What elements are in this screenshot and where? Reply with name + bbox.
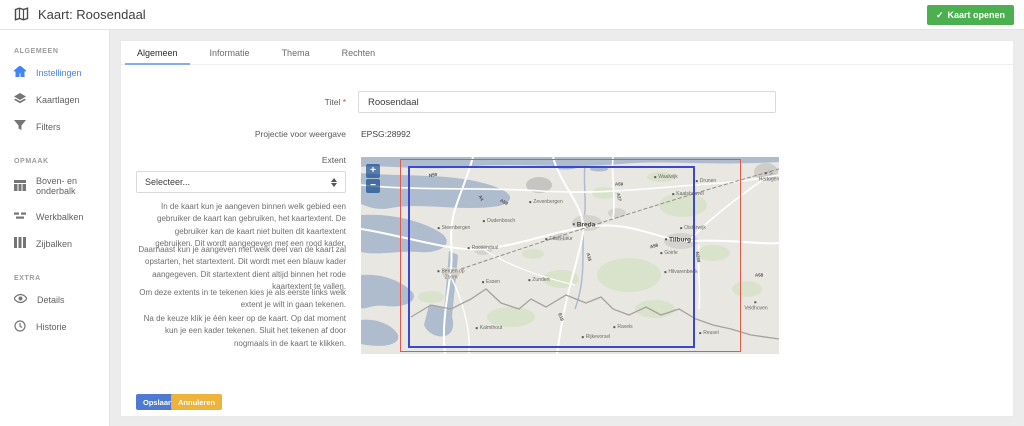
columns-icon [14, 237, 26, 250]
sidebar-item-kaartlagen[interactable]: Kaartlagen [0, 86, 109, 113]
section-header: OPMAAK [0, 150, 109, 169]
help-paragraph: Om deze extents in te tekenen kies je al… [136, 287, 346, 312]
sidebar-item-zijbalken[interactable]: Zijbalken [0, 230, 109, 257]
sidebar: ALGEMEEN Instellingen Kaartlagen Filters… [0, 30, 110, 426]
startextent-blue-frame [408, 166, 695, 348]
kaart-openen-button[interactable]: ✓ Kaart openen [927, 5, 1014, 25]
sidebar-item-historie[interactable]: Historie [0, 313, 109, 341]
app-window: Kaart: Roosendaal ✓ Kaart openen ALGEMEE… [0, 0, 1024, 426]
extent-select[interactable]: Selecteer... [136, 171, 346, 193]
extent-label: Extent [121, 155, 346, 165]
sidebar-item-label: Werkbalken [36, 212, 83, 222]
section-header: ALGEMEEN [0, 40, 109, 59]
tab-algemeen[interactable]: Algemeen [121, 41, 194, 64]
sidebar-item-instellingen[interactable]: Instellingen [0, 59, 109, 86]
titel-input[interactable] [358, 91, 776, 113]
tab-thema[interactable]: Thema [266, 41, 326, 64]
map-label: Veldhoven [744, 300, 767, 312]
filter-icon [14, 120, 26, 133]
table-icon [14, 180, 26, 193]
sidebar-item-details[interactable]: Details [0, 286, 109, 313]
projectie-value: EPSG:28992 [361, 129, 411, 139]
content-card: Algemeen Informatie Thema Rechten Titel … [120, 40, 1014, 417]
sidebar-item-boven-en-onderbalk[interactable]: Boven- en onderbalk [0, 169, 109, 203]
sidebar-item-label: Kaartlagen [36, 95, 80, 105]
sidebar-item-label: Boven- en onderbalk [36, 176, 109, 196]
sidebar-item-label: Zijbalken [36, 239, 72, 249]
map-canvas[interactable]: N59A4A59A59A27A16E19A58A58N269Zevenberge… [361, 157, 779, 354]
map-zoom-control: + − [366, 164, 380, 193]
help-paragraph: Na de keuze klik je één keer op de kaart… [136, 313, 346, 350]
sidebar-item-label: Historie [36, 322, 67, 332]
sidebar-section-algemeen: ALGEMEEN Instellingen Kaartlagen Filters [0, 40, 109, 140]
toolbar-icon [14, 210, 26, 223]
kaart-openen-label: Kaart openen [947, 10, 1005, 20]
sidebar-section-extra: EXTRA Details Historie [0, 267, 109, 341]
sidebar-item-label: Filters [36, 122, 61, 132]
sidebar-item-filters[interactable]: Filters [0, 113, 109, 140]
tab-bar: Algemeen Informatie Thema Rechten [121, 41, 1013, 65]
sidebar-section-opmaak: OPMAAK Boven- en onderbalk Werkbalken Zi… [0, 150, 109, 257]
tab-informatie[interactable]: Informatie [194, 41, 266, 64]
select-arrows-icon [331, 178, 337, 187]
zoom-in-button[interactable]: + [366, 164, 380, 178]
extent-select-value: Selecteer... [145, 177, 331, 187]
annuleren-button[interactable]: Annuleren [171, 394, 222, 410]
projectie-label: Projectie voor weergave [121, 129, 346, 139]
layers-icon [14, 93, 26, 106]
clock-icon [14, 320, 26, 334]
map-label: A58 [755, 272, 763, 277]
map-label: 's-Hertogen [759, 171, 779, 183]
home-icon [14, 66, 26, 79]
sidebar-item-label: Details [37, 295, 65, 305]
map-icon [14, 7, 29, 26]
sidebar-item-werkbalken[interactable]: Werkbalken [0, 203, 109, 230]
eye-icon [14, 293, 27, 306]
section-header: EXTRA [0, 267, 109, 286]
tab-rechten[interactable]: Rechten [326, 41, 392, 64]
check-icon: ✓ [936, 10, 944, 21]
sidebar-item-label: Instellingen [36, 68, 82, 78]
titel-label: Titel * [121, 97, 346, 107]
header: Kaart: Roosendaal ✓ Kaart openen [0, 0, 1024, 30]
required-mark: * [343, 97, 346, 107]
page-title: Kaart: Roosendaal [38, 7, 146, 22]
zoom-out-button[interactable]: − [366, 179, 380, 193]
